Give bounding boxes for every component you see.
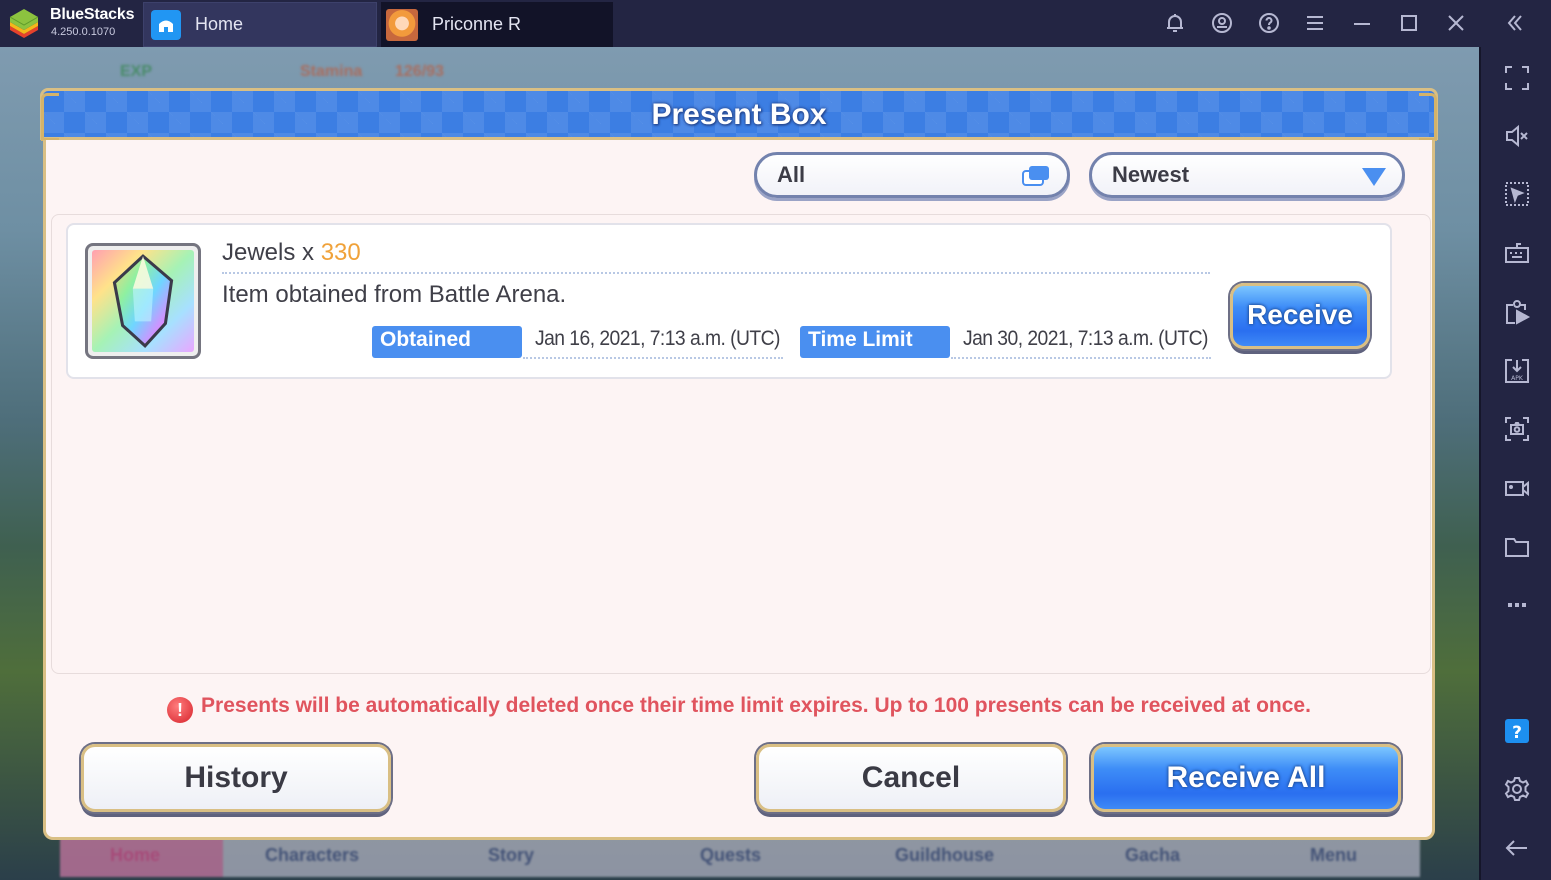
more-icon[interactable]: [1503, 591, 1531, 619]
settings-icon[interactable]: [1503, 775, 1531, 803]
bg-nav-menu: Menu: [1310, 845, 1357, 865]
item-thumbnail: [85, 243, 201, 359]
bg-nav-characters: Characters: [265, 845, 360, 865]
close-icon[interactable]: [1444, 11, 1468, 35]
minimize-icon[interactable]: [1350, 11, 1374, 35]
dialog-title: Present Box: [651, 98, 827, 131]
keyboard-icon[interactable]: [1503, 239, 1531, 267]
bg-nav-gacha: Gacha: [1125, 845, 1181, 865]
collapse-sidebar-icon[interactable]: [1503, 11, 1527, 35]
filter-stack-icon: [1022, 166, 1049, 186]
svg-text:?: ?: [1512, 723, 1522, 743]
bg-nav-quests: Quests: [700, 845, 762, 865]
obtained-date: Jan 16, 2021, 7:13 a.m. (UTC): [535, 327, 780, 350]
item-name: Jewels x 330: [222, 239, 361, 267]
install-apk-icon[interactable]: APK: [1503, 357, 1531, 385]
time-limit-date: Jan 30, 2021, 7:13 a.m. (UTC): [963, 327, 1208, 350]
dialog-header: Present Box: [40, 88, 1438, 141]
dialog-body: All Newest Jewels x 330 Item obtained fr…: [43, 140, 1435, 840]
obtained-tag: Obtained: [372, 326, 522, 358]
present-item: Jewels x 330 Item obtained from Battle A…: [66, 223, 1392, 379]
cancel-button[interactable]: Cancel: [756, 744, 1066, 812]
divider: [523, 357, 783, 359]
app-version: 4.250.0.1070: [51, 26, 116, 38]
sort-dropdown[interactable]: Newest: [1089, 152, 1405, 198]
account-icon[interactable]: [1210, 11, 1234, 35]
screenshot-icon[interactable]: [1503, 415, 1531, 443]
receive-all-button[interactable]: Receive All: [1091, 744, 1401, 812]
filter-selected-label: All: [777, 162, 806, 187]
bg-stamina-value: 126/93: [395, 63, 444, 80]
bg-stamina-label: Stamina: [300, 63, 363, 80]
sort-selected-label: Newest: [1112, 162, 1190, 187]
emulator-sidebar: APK ?: [1479, 47, 1551, 880]
rainbow-jewel-icon: [112, 254, 174, 349]
tab-home-label: Home: [195, 14, 244, 34]
bluestacks-logo-icon: [9, 9, 39, 38]
bell-icon[interactable]: [1163, 11, 1187, 35]
item-description: Item obtained from Battle Arena.: [222, 281, 567, 308]
bg-exp-label: EXP: [120, 63, 153, 80]
time-limit-tag: Time Limit: [800, 326, 950, 358]
game-viewport[interactable]: EXP Stamina 126/93 Home Characters Story…: [0, 47, 1479, 880]
item-name-text: Jewels x: [222, 239, 321, 266]
tab-home[interactable]: Home: [143, 2, 377, 47]
dropdown-triangle-icon: [1362, 168, 1386, 186]
filter-dropdown[interactable]: All: [754, 152, 1070, 198]
bg-nav-home: Home: [110, 845, 161, 865]
brand-name: BlueStacks: [50, 6, 135, 23]
bg-nav-guildhouse: Guildhouse: [895, 845, 994, 865]
help-badge-icon[interactable]: ?: [1503, 717, 1531, 745]
history-button[interactable]: History: [81, 744, 391, 812]
menu-icon[interactable]: [1303, 11, 1327, 35]
present-box-dialog: Present Box All Newest Jewels x 330 Item…: [40, 88, 1438, 840]
record-video-icon[interactable]: [1503, 474, 1531, 502]
warning-icon: !: [167, 697, 194, 723]
bg-nav-story: Story: [488, 845, 535, 865]
help-icon[interactable]: [1257, 11, 1281, 35]
present-list[interactable]: Jewels x 330 Item obtained from Battle A…: [51, 214, 1431, 674]
media-manager-icon[interactable]: [1503, 298, 1531, 326]
maximize-icon[interactable]: [1397, 11, 1421, 35]
notice-text: Presents will be automatically deleted o…: [201, 694, 1311, 717]
divider: [222, 272, 1210, 274]
svg-text:APK: APK: [1511, 375, 1524, 382]
divider: [951, 357, 1211, 359]
folder-icon[interactable]: [1503, 533, 1531, 561]
mute-icon[interactable]: [1503, 122, 1531, 150]
receive-button[interactable]: Receive: [1230, 283, 1370, 349]
expiry-notice: ! Presents will be automatically deleted …: [46, 694, 1432, 723]
home-icon: [151, 9, 181, 40]
back-icon[interactable]: [1503, 834, 1531, 862]
tab-priconne-r[interactable]: Priconne R: [381, 2, 613, 47]
item-quantity: 330: [320, 239, 361, 266]
game-avatar-icon: [386, 8, 418, 41]
fullscreen-icon[interactable]: [1503, 64, 1531, 92]
background-nav-bar: Home Characters Story Quests Guildhouse …: [60, 837, 1420, 877]
tab-priconne-r-label: Priconne R: [432, 14, 522, 34]
pointer-select-icon[interactable]: [1503, 180, 1531, 208]
emulator-titlebar: BlueStacks 4.250.0.1070 Home Priconne R: [0, 0, 1551, 47]
